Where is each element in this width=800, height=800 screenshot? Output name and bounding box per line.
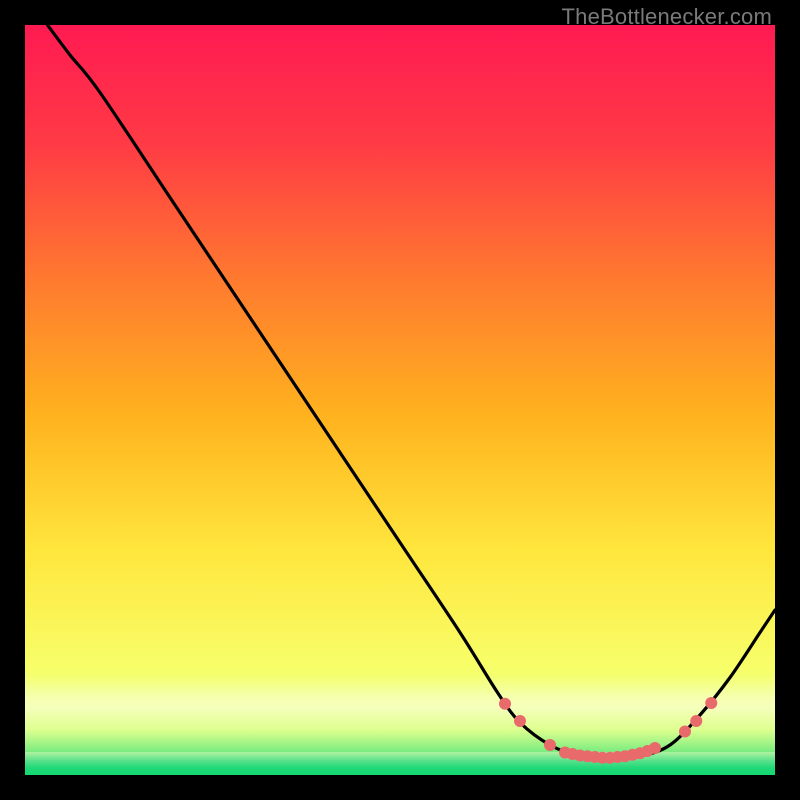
bottleneck-curve xyxy=(48,25,776,759)
curve-marker xyxy=(499,698,511,710)
curve-layer xyxy=(25,25,775,775)
curve-marker xyxy=(649,742,661,754)
curve-marker xyxy=(705,697,717,709)
curve-marker xyxy=(544,739,556,751)
curve-marker xyxy=(679,726,691,738)
curve-marker xyxy=(514,715,526,727)
attribution-label: TheBottlenecker.com xyxy=(562,4,772,30)
markers-group xyxy=(499,697,717,764)
chart-frame: TheBottlenecker.com xyxy=(0,0,800,800)
curve-marker xyxy=(690,715,702,727)
